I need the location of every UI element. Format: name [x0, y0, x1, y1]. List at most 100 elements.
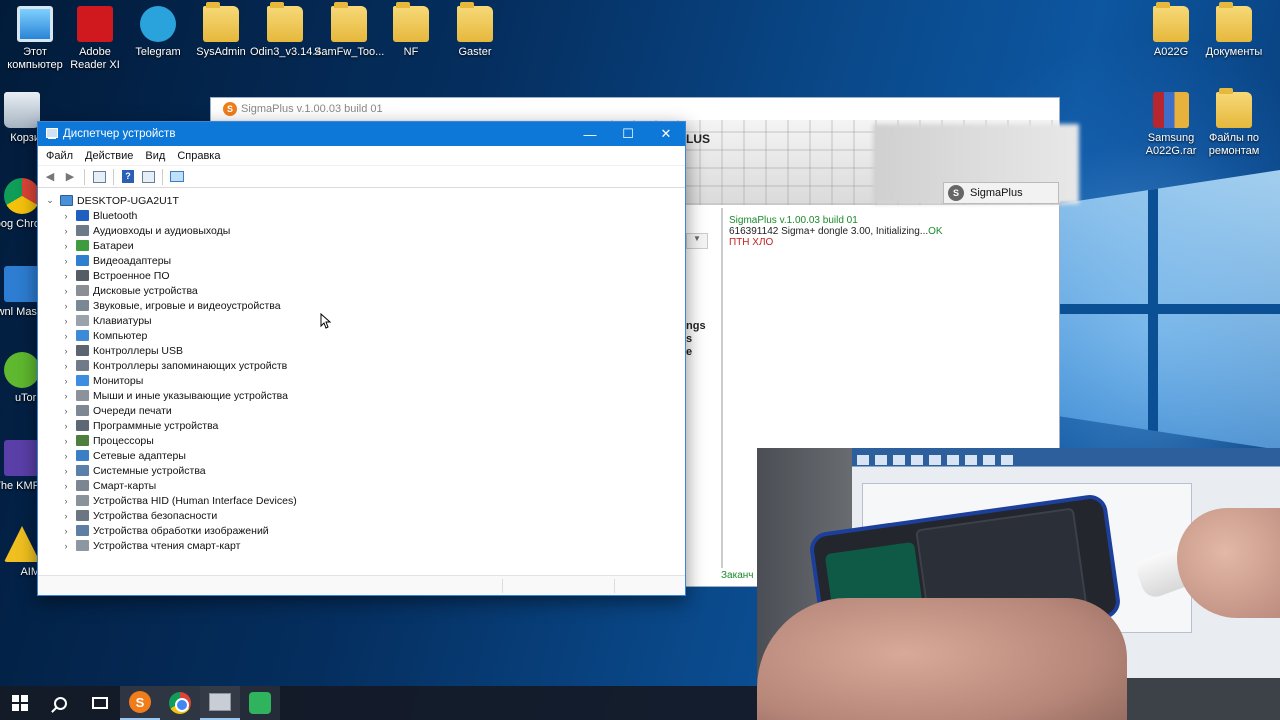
kmp-icon [4, 440, 40, 476]
desktop-icon[interactable]: SysAdmin [186, 2, 256, 59]
device-category[interactable]: › Сетевые адаптеры [38, 448, 685, 463]
device-manager-window[interactable]: Диспетчер устройств — ☐ ✕ Файл Действие … [37, 121, 686, 596]
desktop-icon[interactable]: Samsung A022G.rar [1136, 92, 1206, 158]
device-category-label: Клавиатуры [93, 314, 152, 327]
device-category[interactable]: › Видеоадаптеры [38, 253, 685, 268]
sigmaplus-dropdown[interactable]: ▼ [686, 233, 708, 249]
device-category[interactable]: › Процессоры [38, 433, 685, 448]
chevron-right-icon[interactable]: › [60, 346, 72, 356]
help-button[interactable]: ? [120, 169, 136, 185]
desktop-icon[interactable]: Goog Chro [0, 178, 40, 231]
desktop-icon[interactable]: uTorr [0, 352, 40, 405]
device-category[interactable]: › Контроллеры запоминающих устройств [38, 358, 685, 373]
desktop-icon[interactable]: AIM [0, 526, 40, 579]
chevron-right-icon[interactable]: › [60, 421, 72, 431]
desktop-icon[interactable]: NF [376, 2, 446, 59]
toolbar-separator [162, 168, 163, 185]
device-category[interactable]: › Устройства чтения смарт-карт [38, 538, 685, 553]
device-category[interactable]: › Клавиатуры [38, 313, 685, 328]
device-category-label: Очереди печати [93, 404, 172, 417]
desktop-icon[interactable]: Adobe Reader XI [60, 6, 130, 72]
device-category[interactable]: › Bluetooth [38, 208, 685, 223]
device-category[interactable]: › Встроенное ПО [38, 268, 685, 283]
taskbar-green-app[interactable] [240, 686, 280, 720]
desktop-icon[interactable]: SamFw_Too... [314, 2, 384, 59]
device-category[interactable]: › Очереди печати [38, 403, 685, 418]
task-view-button[interactable] [80, 686, 120, 720]
desktop-icon-label: The KMP [0, 480, 40, 492]
chevron-right-icon[interactable]: › [60, 526, 72, 536]
close-button[interactable]: ✕ [647, 122, 685, 146]
chevron-right-icon[interactable]: › [60, 361, 72, 371]
back-arrow-icon[interactable]: ◀ [42, 169, 58, 185]
device-category-icon [76, 375, 89, 386]
properties-button[interactable] [91, 169, 107, 185]
desktop-icon[interactable]: Корзи [0, 92, 40, 145]
device-tree[interactable]: ⌄ DESKTOP-UGA2U1T › Bluetooth › Аудиовходы … [38, 192, 685, 575]
chevron-right-icon[interactable]: › [60, 286, 72, 296]
device-category[interactable]: › Программные устройства [38, 418, 685, 433]
chevron-right-icon[interactable]: › [60, 406, 72, 416]
device-category[interactable]: › Контроллеры USB [38, 343, 685, 358]
menu-view[interactable]: Вид [139, 150, 171, 162]
chevron-right-icon[interactable]: › [60, 541, 72, 551]
menu-action[interactable]: Действие [79, 150, 139, 162]
desktop-icon[interactable]: Downl Mast [0, 266, 40, 319]
device-category[interactable]: › Мониторы [38, 373, 685, 388]
chevron-right-icon[interactable]: › [60, 331, 72, 341]
desktop-icon[interactable]: Gaster [440, 2, 510, 59]
chevron-right-icon[interactable]: › [60, 496, 72, 506]
chevron-right-icon[interactable]: › [60, 241, 72, 251]
desktop-icon[interactable]: Файлы по ремонтам [1199, 88, 1269, 158]
maximize-button[interactable]: ☐ [609, 122, 647, 146]
menu-file[interactable]: Файл [40, 150, 79, 162]
taskbar-device-manager[interactable] [200, 686, 240, 720]
chevron-right-icon[interactable]: › [60, 226, 72, 236]
chevron-down-icon[interactable]: ⌄ [44, 195, 56, 206]
taskbar-chrome[interactable] [160, 686, 200, 720]
desktop-icon[interactable]: The KMP [0, 440, 40, 493]
taskbar-sigmaplus[interactable]: S [120, 686, 160, 720]
desktop-icon[interactable]: Telegram [123, 6, 193, 59]
desktop-icon[interactable]: Документы [1199, 2, 1269, 59]
device-category[interactable]: › Устройства обработки изображений [38, 523, 685, 538]
device-category[interactable]: › Компьютер [38, 328, 685, 343]
device-category[interactable]: › Смарт-карты [38, 478, 685, 493]
desktop-icon[interactable]: A022G [1136, 2, 1206, 59]
device-category[interactable]: › Батареи [38, 238, 685, 253]
chevron-right-icon[interactable]: › [60, 316, 72, 326]
chevron-right-icon[interactable]: › [60, 391, 72, 401]
sigmaplus-titlebar[interactable]: S SigmaPlus v.1.00.03 build 01 [211, 98, 1059, 120]
menu-help[interactable]: Справка [171, 150, 226, 162]
device-category[interactable]: › Устройства HID (Human Interface Devices… [38, 493, 685, 508]
tree-root[interactable]: ⌄ DESKTOP-UGA2U1T [38, 193, 685, 208]
device-category[interactable]: › Мыши и иные указывающие устройства [38, 388, 685, 403]
toolbar: ◀ ▶ ? [38, 166, 685, 188]
chevron-right-icon[interactable]: › [60, 466, 72, 476]
device-category[interactable]: › Звуковые, игровые и видеоустройства [38, 298, 685, 313]
forward-arrow-icon[interactable]: ▶ [62, 169, 78, 185]
chevron-right-icon[interactable]: › [60, 481, 72, 491]
chevron-right-icon[interactable]: › [60, 211, 72, 221]
device-category[interactable]: › Дисковые устройства [38, 283, 685, 298]
chevron-right-icon[interactable]: › [60, 301, 72, 311]
start-button[interactable] [0, 686, 40, 720]
chevron-right-icon[interactable]: › [60, 451, 72, 461]
search-button[interactable] [40, 686, 80, 720]
sigmaplus-tab[interactable]: S SigmaPlus [943, 182, 1059, 204]
chevron-right-icon[interactable]: › [60, 436, 72, 446]
update-driver-button[interactable] [140, 169, 156, 185]
scan-hardware-button[interactable] [169, 169, 185, 185]
chevron-right-icon[interactable]: › [60, 376, 72, 386]
device-category-label: Аудиовходы и аудиовыходы [93, 224, 231, 237]
device-manager-titlebar[interactable]: Диспетчер устройств — ☐ ✕ [38, 122, 685, 146]
chevron-right-icon[interactable]: › [60, 271, 72, 281]
chevron-right-icon[interactable]: › [60, 256, 72, 266]
minimize-button[interactable]: — [571, 122, 609, 146]
desktop-icon[interactable]: Odin3_v3.14.4 [250, 2, 322, 59]
device-category[interactable]: › Аудиовходы и аудиовыходы [38, 223, 685, 238]
chevron-right-icon[interactable]: › [60, 511, 72, 521]
device-category-label: Дисковые устройства [93, 284, 198, 297]
device-category[interactable]: › Системные устройства [38, 463, 685, 478]
device-category[interactable]: › Устройства безопасности [38, 508, 685, 523]
